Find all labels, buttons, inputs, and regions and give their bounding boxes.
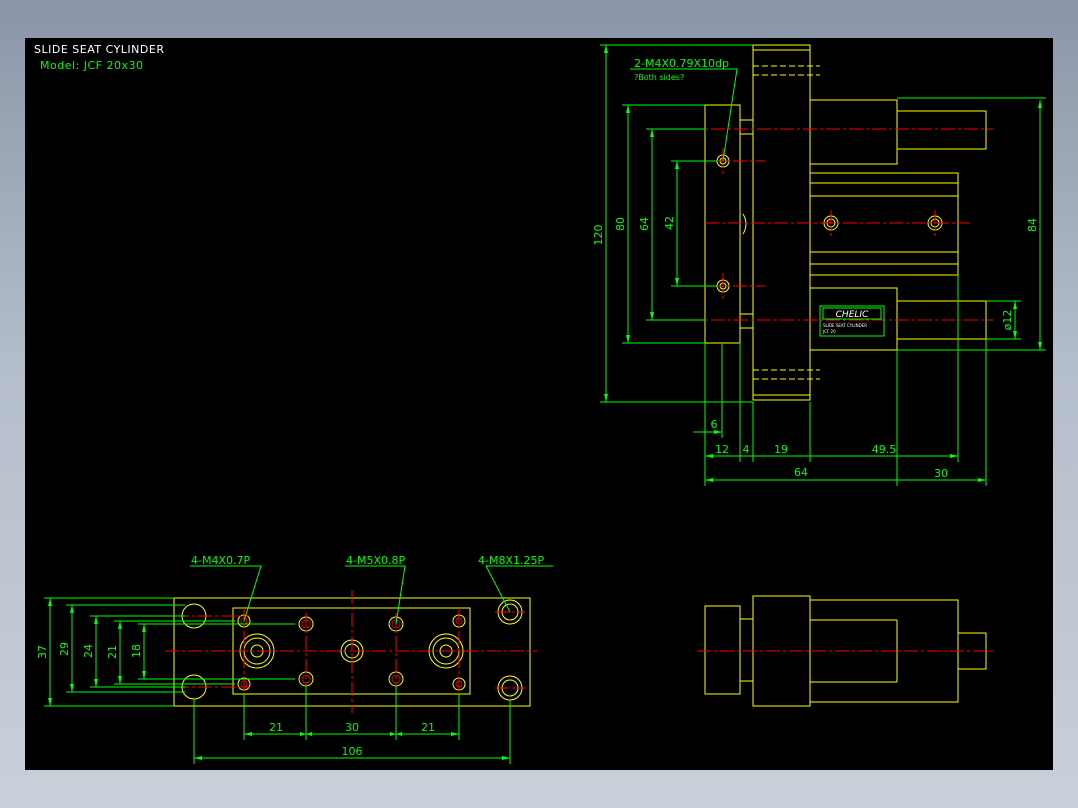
dim-18: 18 bbox=[130, 644, 143, 658]
dim-6: 6 bbox=[711, 418, 718, 431]
dim-19: 19 bbox=[774, 443, 788, 456]
dim-42: 42 bbox=[663, 216, 676, 230]
dim-64-vertical: 64 bbox=[638, 217, 651, 231]
drawing-canvas[interactable]: SLIDE SEAT CYLINDER Model: JCF 20x30 2-M… bbox=[25, 38, 1053, 770]
m8-callout: 4-M8X1.25P bbox=[478, 554, 544, 567]
dim-64-horizontal: 64 bbox=[794, 466, 808, 479]
dim-120: 120 bbox=[592, 225, 605, 246]
dim-dia-12: ø12 bbox=[1001, 310, 1014, 331]
dim-30-bottom: 30 bbox=[345, 721, 359, 734]
dim-49-5: 49.5 bbox=[872, 443, 897, 456]
cad-drawing: 2-M4X0.79X10dp ?Both sides? 120 80 64 42… bbox=[36, 44, 1046, 764]
dim-84: 84 bbox=[1026, 218, 1039, 232]
m4-callout: 4-M4X0.7P bbox=[191, 554, 250, 567]
top-view-centerlines bbox=[665, 128, 993, 321]
side-holes-note: ?Both sides? bbox=[634, 73, 684, 82]
side-holes-callout: 2-M4X0.79X10dp bbox=[634, 57, 729, 70]
m5-callout: 4-M5X0.8P bbox=[346, 554, 405, 567]
nameplate-line1: SLIDE SEAT CYLINDER bbox=[823, 323, 867, 328]
dim-30-top: 30 bbox=[934, 467, 948, 480]
dim-24: 24 bbox=[82, 644, 95, 658]
dim-29: 29 bbox=[58, 642, 71, 656]
nameplate-line2: JCF 20 bbox=[822, 329, 836, 334]
dim-21-right: 21 bbox=[421, 721, 435, 734]
nameplate-text: CHELIC SLIDE SEAT CYLINDER JCF 20 bbox=[822, 310, 869, 334]
dim-80: 80 bbox=[614, 217, 627, 231]
dim-106: 106 bbox=[342, 745, 363, 758]
dim-4: 4 bbox=[743, 443, 750, 456]
dim-12: 12 bbox=[715, 443, 729, 456]
dim-21-vertical: 21 bbox=[106, 645, 119, 659]
nameplate-brand: CHELIC bbox=[836, 310, 869, 320]
bottom-left-dimension-lines bbox=[44, 565, 553, 764]
dim-21-left: 21 bbox=[269, 721, 283, 734]
dim-37: 37 bbox=[36, 645, 49, 659]
